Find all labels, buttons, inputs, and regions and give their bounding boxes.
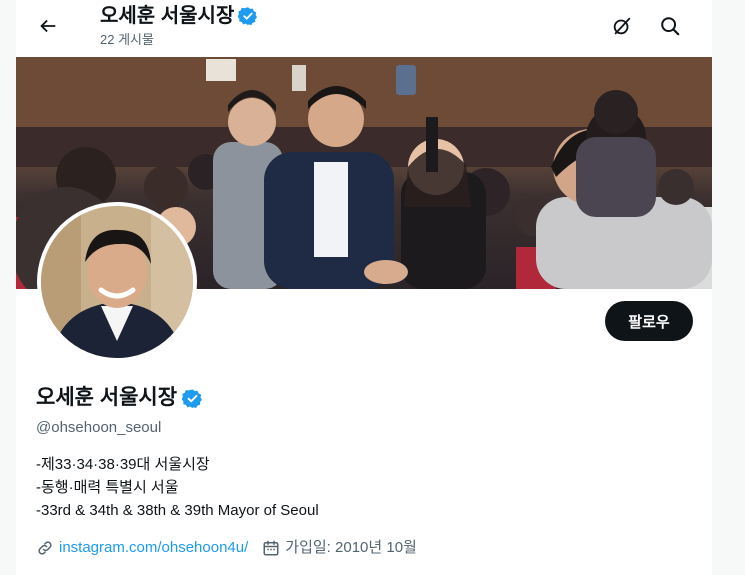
verified-badge-icon bbox=[238, 7, 258, 26]
profile-avatar[interactable] bbox=[37, 202, 197, 362]
avatar-photo bbox=[41, 206, 193, 358]
profile-name-row: 오세훈 서울시장 bbox=[36, 385, 203, 411]
profile-header: 오세훈 서울시장 22 게시물 bbox=[16, 0, 712, 56]
bio-line: -동행·매력 특별시 서울 bbox=[36, 479, 179, 496]
profile-meta: instagram.com/ohsehoon4u/ 가입일: 2010년 10월 bbox=[36, 538, 431, 558]
bio-line: -33rd & 34th & 38th & 39th Mayor of Seou… bbox=[36, 502, 319, 519]
profile-name: 오세훈 서울시장 bbox=[36, 386, 178, 409]
bio-line: -제33·34·38·39대 서울시장 bbox=[36, 456, 210, 473]
post-count: 22 게시물 bbox=[100, 32, 154, 47]
calendar-icon bbox=[263, 540, 279, 556]
website-link[interactable]: instagram.com/ohsehoon4u/ bbox=[59, 538, 248, 558]
search-icon bbox=[661, 17, 680, 36]
link-icon bbox=[38, 541, 52, 555]
profile-handle: @ohsehoon_seoul bbox=[36, 419, 162, 436]
follow-button[interactable]: 팔로우 bbox=[605, 301, 693, 341]
verified-badge-icon bbox=[182, 388, 203, 408]
joined-item: 가입일: 2010년 10월 bbox=[262, 538, 417, 558]
profile-bio: -제33·34·38·39대 서울시장 -동행·매력 특별시 서울 -33rd … bbox=[36, 453, 319, 522]
joined-date: 가입일: 2010년 10월 bbox=[285, 539, 417, 556]
website-item: instagram.com/ohsehoon4u/ bbox=[36, 538, 248, 558]
grok-slash-circle-icon bbox=[613, 17, 631, 35]
arrow-left-icon bbox=[40, 19, 56, 33]
profile-page: 오세훈 서울시장 22 게시물 팔로우 오세훈 서울시장 @ohsehoon_s… bbox=[16, 0, 712, 575]
header-title-block: 오세훈 서울시장 22 게시물 bbox=[100, 4, 258, 48]
grok-button[interactable] bbox=[604, 8, 640, 44]
back-button[interactable] bbox=[30, 8, 66, 44]
search-button[interactable] bbox=[652, 8, 688, 44]
header-name: 오세훈 서울시장 bbox=[100, 5, 235, 27]
